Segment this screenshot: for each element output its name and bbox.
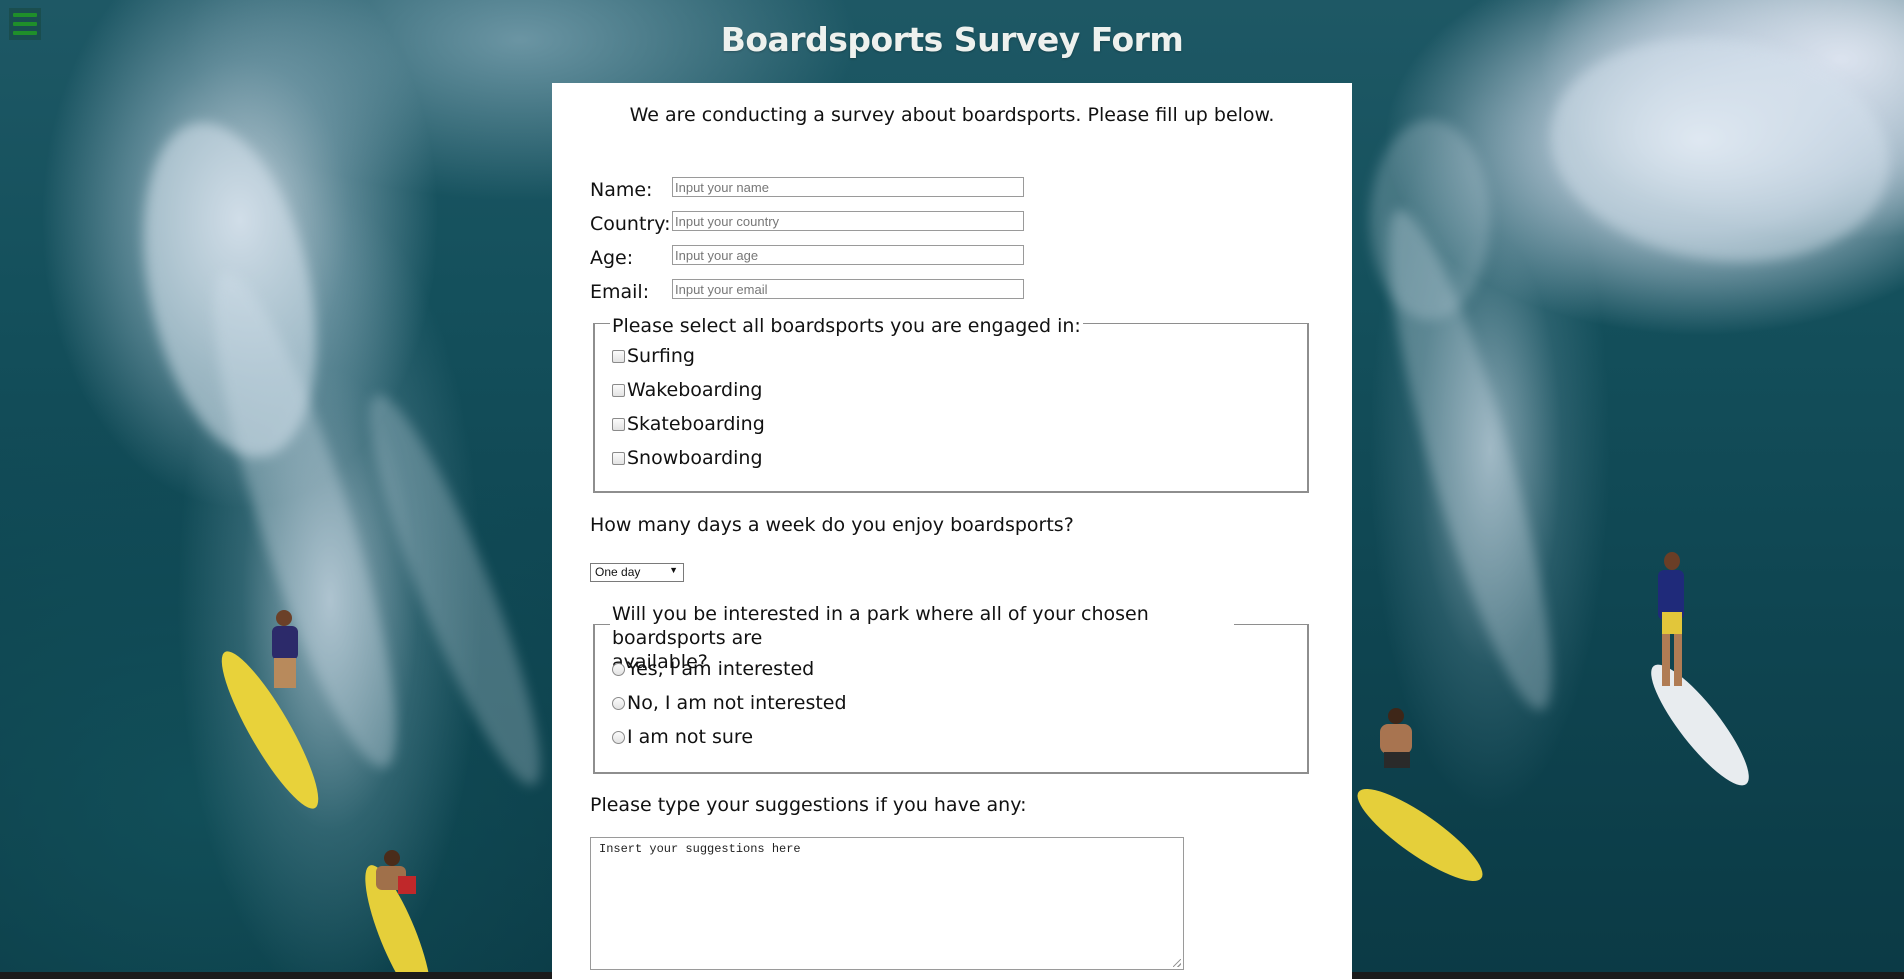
yes-radio[interactable] (612, 663, 625, 676)
wakeboarding-label: Wakeboarding (627, 379, 763, 401)
survey-form: We are conducting a survey about boardsp… (552, 83, 1352, 979)
skateboarding-checkbox[interactable] (612, 418, 625, 431)
email-input[interactable] (672, 279, 1024, 299)
not-sure-label: I am not sure (627, 726, 754, 748)
page-title: Boardsports Survey Form (720, 20, 1184, 59)
not-sure-radio[interactable] (612, 731, 625, 744)
surfer-left-lower (360, 850, 430, 930)
age-label: Age: (590, 247, 634, 269)
surfing-checkbox[interactable] (612, 350, 625, 363)
surfer-right-upper (1648, 552, 1698, 702)
wakeboarding-checkbox[interactable] (612, 384, 625, 397)
age-input[interactable] (672, 245, 1024, 265)
country-label: Country: (590, 213, 671, 235)
surfer-right-lower (1370, 708, 1430, 798)
name-label: Name: (590, 179, 653, 201)
country-input[interactable] (672, 211, 1024, 231)
resize-grip-icon[interactable] (1173, 959, 1181, 967)
sports-legend: Please select all boardsports you are en… (610, 314, 1083, 338)
email-label: Email: (590, 281, 650, 303)
name-input[interactable] (672, 177, 1024, 197)
form-intro-text: We are conducting a survey about boardsp… (629, 104, 1275, 126)
days-select[interactable]: One day ▼ (590, 563, 684, 582)
skateboarding-label: Skateboarding (627, 413, 765, 435)
days-question: How many days a week do you enjoy boards… (590, 514, 1074, 536)
park-legend-line-1: Will you be interested in a park where a… (612, 603, 1149, 649)
dropdown-arrow-icon: ▼ (669, 565, 678, 575)
snowboarding-label: Snowboarding (627, 447, 763, 469)
no-label: No, I am not interested (627, 692, 847, 714)
yes-label: Yes, I am interested (627, 658, 815, 680)
days-selected-value: One day (595, 565, 641, 579)
surfing-label: Surfing (627, 345, 695, 367)
suggestions-textarea[interactable]: Insert your suggestions here (590, 837, 1184, 970)
suggestions-placeholder: Insert your suggestions here (599, 842, 801, 856)
snowboarding-checkbox[interactable] (612, 452, 625, 465)
suggestions-question: Please type your suggestions if you have… (590, 794, 1027, 816)
no-radio[interactable] (612, 697, 625, 710)
surfer-left-upper (262, 610, 312, 700)
